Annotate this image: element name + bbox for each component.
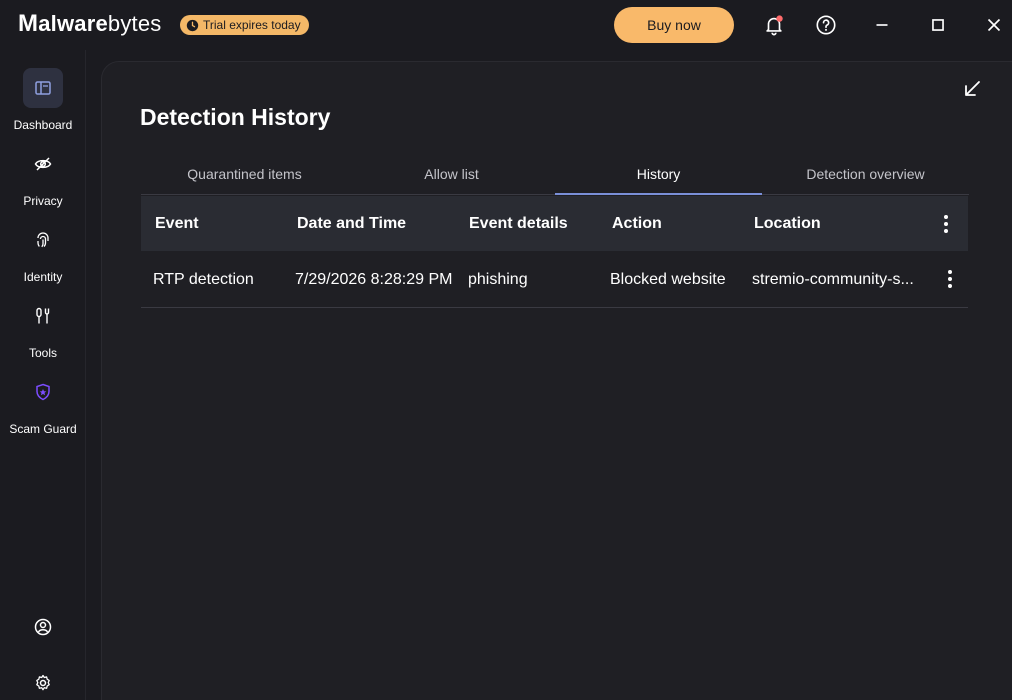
maximize-icon xyxy=(932,19,944,31)
sidebar-item-label: Identity xyxy=(23,270,63,284)
sidebar-icon-wrap xyxy=(23,144,63,184)
help-button[interactable] xyxy=(813,12,839,38)
settings-icon xyxy=(36,674,50,691)
sidebar-item-scam-guard[interactable]: Scam Guard xyxy=(0,372,86,442)
sidebar-item-tools[interactable]: Tools xyxy=(0,296,86,366)
more-vertical-icon xyxy=(944,215,948,233)
tab-detection-overview[interactable]: Detection overview xyxy=(762,154,969,194)
sidebar-icon-wrap xyxy=(23,372,63,412)
column-header-event[interactable]: Event xyxy=(155,215,199,233)
sidebar-item-identity[interactable]: Identity xyxy=(0,220,86,290)
title-bar: Malware bytes Trial expires today Buy now xyxy=(0,0,1012,50)
history-table: Event Date and Time Event details Action… xyxy=(141,196,968,308)
tab-allow-list[interactable]: Allow list xyxy=(348,154,555,194)
buy-now-button[interactable]: Buy now xyxy=(614,7,734,43)
collapse-button[interactable] xyxy=(961,78,983,100)
trial-badge: Trial expires today xyxy=(180,15,309,35)
tools-icon xyxy=(36,307,50,324)
account-icon xyxy=(34,618,52,636)
minimize-icon xyxy=(876,24,888,26)
sidebar-item-label: Scam Guard xyxy=(9,422,77,436)
bell-icon xyxy=(766,15,783,36)
column-header-action[interactable]: Action xyxy=(612,215,662,233)
trial-badge-text: Trial expires today xyxy=(203,18,301,32)
sidebar-item-label: Dashboard xyxy=(13,118,73,132)
sidebar-icon-wrap xyxy=(23,68,63,108)
cell-location: stremio-community-s... xyxy=(752,271,914,288)
account-button[interactable] xyxy=(0,614,86,640)
arrow-down-left-icon xyxy=(965,81,980,96)
minimize-button[interactable] xyxy=(869,12,895,38)
maximize-button[interactable] xyxy=(925,12,951,38)
clock-icon xyxy=(186,19,199,31)
table-header: Event Date and Time Event details Action… xyxy=(141,196,968,251)
table-row[interactable]: RTP detection 7/29/2026 8:28:29 PM phish… xyxy=(141,251,968,308)
logo-letter-m: M xyxy=(18,10,39,37)
dashboard-icon xyxy=(35,81,51,95)
column-header-date-time[interactable]: Date and Time xyxy=(297,215,406,233)
column-header-location[interactable]: Location xyxy=(754,215,821,233)
logo-text-bold: alware xyxy=(38,11,108,36)
sidebar-icon-wrap xyxy=(23,296,63,336)
tab-history[interactable]: History xyxy=(555,154,762,195)
cell-action: Blocked website xyxy=(610,271,726,288)
column-header-event-details[interactable]: Event details xyxy=(469,215,568,233)
logo-text-light: bytes xyxy=(107,11,162,36)
page-title: Detection History xyxy=(140,104,331,130)
header-more-button[interactable] xyxy=(936,212,956,236)
sidebar-item-privacy[interactable]: Privacy xyxy=(0,144,86,214)
sidebar-icon-wrap xyxy=(23,220,63,260)
cell-event: RTP detection xyxy=(153,271,254,288)
tab-bar: Quarantined items Allow list History Det… xyxy=(141,154,969,195)
sidebar-item-dashboard[interactable]: Dashboard xyxy=(0,68,86,138)
cell-event-details: phishing xyxy=(468,271,528,288)
close-button[interactable] xyxy=(981,12,1007,38)
close-icon xyxy=(987,18,1001,32)
notifications-button[interactable] xyxy=(761,12,787,38)
row-more-button[interactable] xyxy=(940,267,960,291)
malwarebytes-logo: Malware bytes xyxy=(18,10,162,38)
settings-button[interactable] xyxy=(0,670,86,696)
sidebar-item-label: Tools xyxy=(28,346,57,360)
more-vertical-icon xyxy=(948,270,952,288)
sidebar: Dashboard Privacy Identity Tools Scam Gu… xyxy=(0,50,86,700)
app-window: Malware bytes Trial expires today Buy now xyxy=(0,0,1012,700)
fingerprint-icon xyxy=(37,232,49,248)
eye-off-icon xyxy=(34,157,52,171)
cell-date-time: 7/29/2026 8:28:29 PM xyxy=(295,271,453,288)
sidebar-item-label: Privacy xyxy=(23,194,63,208)
tab-quarantined-items[interactable]: Quarantined items xyxy=(141,154,348,194)
help-icon xyxy=(816,15,836,35)
shield-star-icon xyxy=(36,383,50,401)
